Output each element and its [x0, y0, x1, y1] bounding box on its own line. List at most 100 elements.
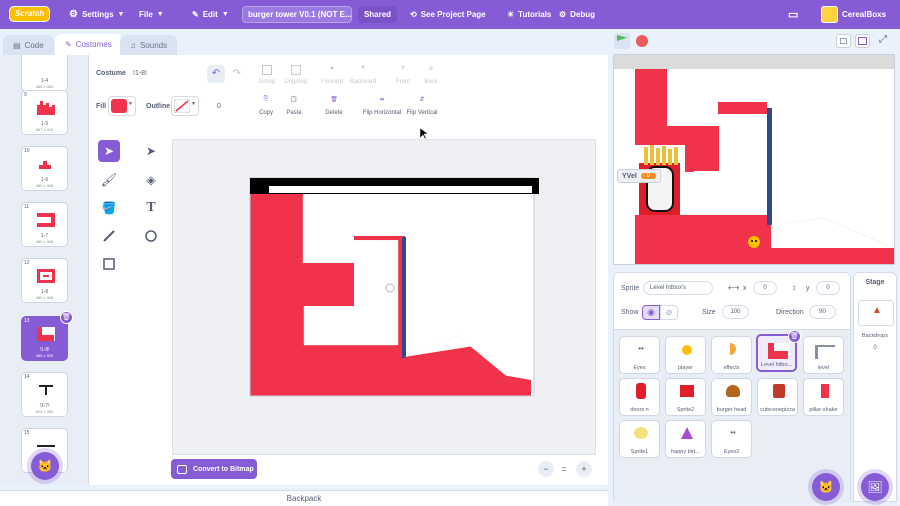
sprite-tile[interactable]: level	[803, 336, 844, 374]
backpack-bar[interactable]: Backpack	[0, 490, 608, 506]
reshape-tool[interactable]: ➤	[140, 140, 162, 162]
costume-number: 11	[24, 204, 30, 210]
costume-name-input[interactable]: !1-8!	[133, 70, 147, 77]
zoom-in-button[interactable]: +	[576, 461, 592, 477]
tab-costumes[interactable]: ✎ Costumes	[55, 34, 122, 55]
settings-menu[interactable]: ⚙ Settings ▼	[69, 0, 124, 29]
account-menu[interactable]: CerealBoxs	[821, 0, 886, 29]
sprite-tile[interactable]: player	[665, 336, 706, 374]
sprite-tile[interactable]: •• Eyes2	[711, 420, 752, 458]
sprite-tile[interactable]: doors n	[619, 378, 660, 416]
chevron-down-icon: ▼	[221, 11, 229, 18]
back-label: Back	[424, 79, 438, 85]
circle-tool[interactable]	[140, 225, 162, 247]
flip-vertical-button[interactable]: ⇵ Flip Vertical	[401, 96, 443, 116]
choose-sprite-button[interactable]: 🐱	[812, 473, 840, 501]
sprite-tile[interactable]: cutscenepizza	[757, 378, 798, 416]
forward-icon: ▲	[329, 65, 335, 71]
line-tool[interactable]	[98, 225, 120, 247]
sprite-tile[interactable]: •• Eyes	[619, 336, 660, 374]
project-title-input[interactable]: burger tower V0.1 (NOT E...	[242, 6, 352, 23]
eraser-tool[interactable]: ◈	[140, 169, 162, 191]
costume-item[interactable]: 11 1-7 480 x 306	[21, 202, 68, 247]
stage-canvas[interactable]: YVel 0	[613, 54, 895, 265]
back-button[interactable]: ⇊ Back	[414, 65, 448, 85]
rectangle-icon	[103, 258, 115, 270]
sprite-tile[interactable]: burger head	[711, 378, 752, 416]
shared-button[interactable]: Shared	[358, 6, 397, 23]
costume-item[interactable]: 14 !1-7! 625 x 480	[21, 372, 68, 417]
brush-tool[interactable]: 🖌	[98, 169, 120, 191]
choose-backdrop-button[interactable]: 🖼	[861, 473, 889, 501]
direction-input[interactable]: 90	[809, 305, 836, 319]
redo-button[interactable]: ↷	[228, 65, 246, 83]
direction-label: Direction	[776, 309, 804, 316]
small-stage-icon	[840, 38, 847, 44]
fill-color-picker[interactable]: ▼	[108, 96, 136, 116]
file-menu[interactable]: File ▼	[139, 0, 164, 29]
tutorials-button[interactable]: ☀ Tutorials	[507, 0, 551, 29]
green-flag-button[interactable]	[614, 33, 630, 49]
outline-width-input[interactable]: 0	[217, 103, 221, 110]
paint-editor: Costume !1-8! ↶ ↷ Group Ungroup ▲ Forward…	[89, 55, 608, 485]
stage-selector[interactable]: Stage ▲ Backdrops 0	[853, 272, 897, 502]
debug-button[interactable]: ⚙ Debug	[559, 0, 595, 29]
edit-menu[interactable]: ✎ Edit ▼	[192, 0, 229, 29]
select-tool[interactable]: ➤	[98, 140, 120, 162]
backward-label: Backward	[349, 79, 377, 85]
x-input[interactable]: 0	[753, 281, 777, 295]
tab-costumes-label: Costumes	[75, 40, 112, 49]
flip-horizontal-button[interactable]: ⇹ Flip Horizontal	[358, 96, 406, 116]
backward-button[interactable]: ▼ Backward	[346, 65, 380, 85]
sprite-tile-selected[interactable]: Level hitbo... 🗑	[756, 330, 801, 372]
sprite-tile[interactable]: Sprite2	[665, 378, 706, 416]
paste-button[interactable]: 📋 Paste	[277, 96, 311, 116]
costume-item[interactable]: 12 1-8 480 x 306	[21, 258, 68, 303]
eye-icon: ◉	[647, 307, 655, 317]
sprite-tile[interactable]: happy birt...	[665, 420, 706, 458]
costume-size: 480 x 320	[35, 353, 54, 358]
paste-label: Paste	[286, 110, 302, 116]
costume-item-selected[interactable]: 13 !1-8! 480 x 320 🗑	[21, 311, 73, 361]
forward-button[interactable]: ▲ Forward	[315, 65, 349, 85]
zoom-out-button[interactable]: −	[538, 461, 554, 477]
size-input[interactable]: 100	[722, 305, 749, 319]
costume-item[interactable]: 10 1-6 480 x 306	[21, 146, 68, 191]
text-tool[interactable]: T	[140, 197, 162, 219]
ungroup-button[interactable]: Ungroup	[279, 65, 313, 85]
show-visible-button[interactable]: ◉	[642, 305, 660, 320]
drawing-canvas[interactable]	[172, 139, 596, 455]
see-project-page-button[interactable]: ⟲ See Project Page	[410, 0, 486, 29]
fill-tool[interactable]: 🪣	[98, 197, 120, 219]
tab-sounds[interactable]: ♫ Sounds	[120, 35, 178, 55]
delete-costume-button[interactable]: 🗑	[60, 311, 73, 324]
sprite-tile[interactable]: Sprite1	[619, 420, 660, 458]
delete-button[interactable]: 🗑 Delete	[317, 96, 351, 116]
sprite-name-input[interactable]: Level hitbox's	[643, 281, 713, 295]
chevron-down-icon: ▼	[156, 11, 164, 18]
delete-sprite-button[interactable]: 🗑	[788, 330, 801, 343]
outline-color-picker[interactable]: ▼	[171, 96, 199, 116]
sprite-tile[interactable]: pillar-shake	[803, 378, 844, 416]
tab-code[interactable]: ▤ Code	[3, 35, 54, 55]
undo-button[interactable]: ↶	[207, 65, 225, 83]
convert-to-bitmap-button[interactable]: Convert to Bitmap	[171, 459, 257, 479]
copy-label: Copy	[258, 110, 273, 116]
large-stage-button[interactable]	[855, 34, 870, 48]
costume-thumbnail	[37, 213, 55, 227]
sprite-name: player	[678, 365, 693, 371]
sprite-tile[interactable]: effects	[711, 336, 752, 374]
small-stage-button[interactable]	[836, 34, 851, 48]
choose-costume-button[interactable]: 🐱	[31, 452, 59, 480]
stop-button[interactable]	[636, 35, 648, 47]
scratch-logo[interactable]: Scratch	[9, 6, 50, 22]
costume-item[interactable]: 1-4 480 x 360	[21, 55, 68, 92]
show-hidden-button[interactable]: ⊘	[660, 305, 678, 320]
fullscreen-button[interactable]: ⤢	[879, 34, 887, 45]
zoom-reset-button[interactable]: =	[556, 461, 572, 477]
y-input[interactable]: 0	[816, 281, 840, 295]
my-stuff-button[interactable]: ▭	[788, 0, 798, 29]
rectangle-tool[interactable]	[98, 253, 120, 275]
settings-label: Settings	[81, 10, 114, 19]
costume-item[interactable]: 9 1-5 667 x 410	[21, 90, 68, 135]
